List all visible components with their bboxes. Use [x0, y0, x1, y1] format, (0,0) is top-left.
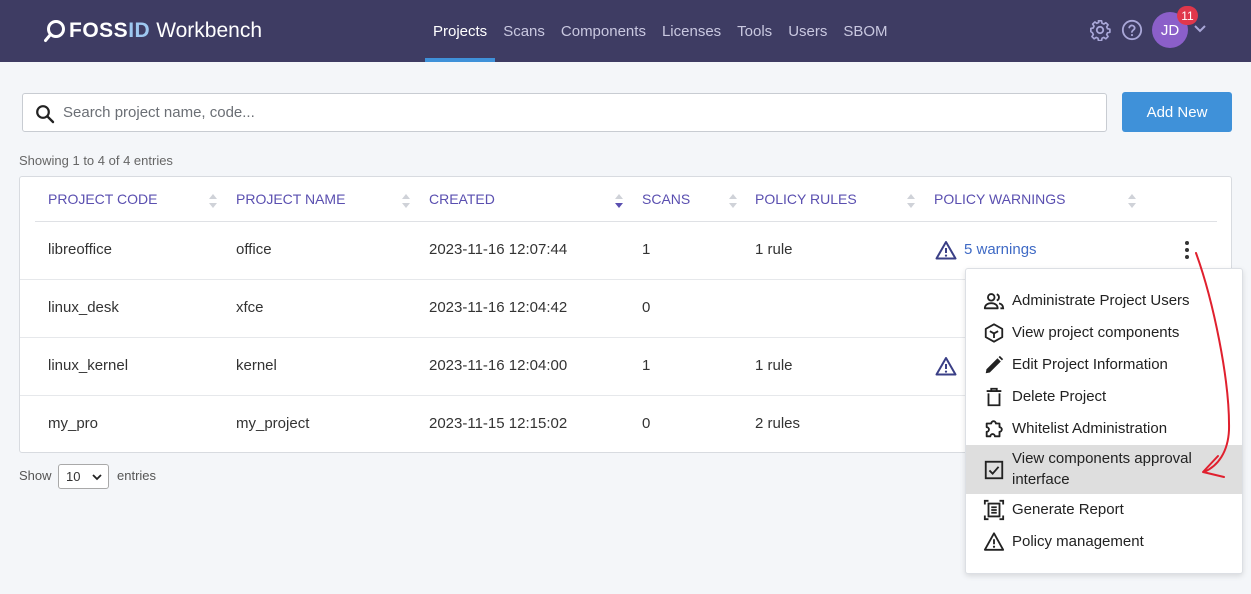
- menu-item-policy-management[interactable]: Policy management: [966, 526, 1242, 558]
- logo-brand-text: FOSS: [69, 19, 129, 42]
- puzzle-icon: [985, 420, 1003, 438]
- menu-item-whitelist[interactable]: Whitelist Administration: [966, 413, 1242, 445]
- row-actions-kebab-icon[interactable]: [1183, 240, 1191, 260]
- menu-item-label: Generate Report: [1012, 501, 1124, 518]
- row-actions-menu: Administrate Project Users View project …: [965, 268, 1243, 574]
- cell-project-name: office: [236, 241, 272, 258]
- menu-item-label: Edit Project Information: [1012, 356, 1168, 373]
- help-icon[interactable]: [1121, 19, 1143, 41]
- settings-icon[interactable]: [1089, 19, 1111, 41]
- cell-project-name: my_project: [236, 415, 310, 432]
- menu-item-label: View components approval interface: [1012, 450, 1192, 488]
- report-icon: [983, 499, 1005, 521]
- policy-warnings-link[interactable]: 5 warnings: [964, 241, 1037, 261]
- nav-components[interactable]: Components: [553, 0, 654, 62]
- sort-icon[interactable]: [401, 192, 411, 210]
- cell-policy-rules: 1 rule: [755, 241, 793, 258]
- menu-item-label: View project components: [1012, 324, 1180, 341]
- menu-item-label: Whitelist Administration: [1012, 420, 1168, 437]
- top-navigation-bar: FOSSID Workbench Projects Scans Componen…: [0, 0, 1251, 62]
- chevron-down-icon: [92, 474, 102, 481]
- show-label: Show: [19, 468, 52, 483]
- sort-icon[interactable]: [906, 192, 916, 210]
- menu-item-label: Policy management: [1012, 533, 1144, 550]
- cell-project-code[interactable]: linux_desk: [48, 299, 119, 319]
- col-header-policy-warnings[interactable]: POLICY WARNINGS: [934, 191, 1065, 209]
- main-nav: Projects Scans Components Licenses Tools…: [425, 0, 896, 62]
- logo-product-text: Workbench: [156, 19, 263, 42]
- warning-icon: [935, 241, 957, 260]
- entries-label: entries: [117, 468, 157, 483]
- col-header-project-name[interactable]: PROJECT NAME: [236, 191, 345, 209]
- cell-project-code[interactable]: linux_kernel: [48, 357, 128, 377]
- warning-icon: [983, 532, 1005, 551]
- cell-policy-rules: 2 rules: [755, 415, 801, 432]
- cell-project-name: xfce: [236, 299, 264, 316]
- trash-icon: [986, 387, 1002, 407]
- project-search-box: [22, 93, 1107, 132]
- menu-item-view-components[interactable]: View project components: [966, 317, 1242, 349]
- sort-icon[interactable]: [208, 192, 218, 210]
- page-size-select[interactable]: 10: [58, 464, 109, 489]
- col-header-scans[interactable]: SCANS: [642, 191, 690, 209]
- cell-policy-rules: 1 rule: [755, 357, 793, 374]
- checkbox-icon: [984, 460, 1004, 480]
- menu-item-edit-project[interactable]: Edit Project Information: [966, 349, 1242, 381]
- cell-project-code[interactable]: libreoffice: [48, 241, 112, 261]
- foss-id-logo[interactable]: FOSSID Workbench: [44, 17, 262, 45]
- cell-scans: 1: [642, 357, 651, 374]
- menu-item-label: Delete Project: [1012, 388, 1107, 405]
- menu-item-delete-project[interactable]: Delete Project: [966, 381, 1242, 413]
- nav-licenses[interactable]: Licenses: [654, 0, 729, 62]
- cell-created: 2023-11-15 12:15:02: [429, 415, 568, 432]
- cell-created: 2023-11-16 12:07:44: [429, 241, 568, 258]
- menu-item-administrate-users[interactable]: Administrate Project Users: [966, 285, 1242, 317]
- col-header-policy-rules[interactable]: POLICY RULES: [755, 191, 857, 209]
- nav-projects[interactable]: Projects: [425, 0, 496, 62]
- chevron-down-icon[interactable]: [1193, 23, 1207, 35]
- sort-desc-icon[interactable]: [614, 192, 624, 210]
- header-divider: [35, 221, 1217, 222]
- cell-project-code[interactable]: my_pro: [48, 415, 98, 435]
- nav-scans[interactable]: Scans: [495, 0, 553, 62]
- cube-icon: [984, 323, 1004, 343]
- cell-scans: 0: [642, 299, 651, 316]
- warning-icon: [935, 357, 957, 376]
- logo-brand-id: ID: [128, 19, 151, 42]
- entries-info: Showing 1 to 4 of 4 entries: [19, 153, 173, 168]
- sort-icon[interactable]: [1127, 192, 1137, 210]
- cell-scans: 1: [642, 241, 651, 258]
- magnifier-logo-icon: [44, 20, 65, 42]
- nav-users[interactable]: Users: [780, 0, 835, 62]
- nav-tools[interactable]: Tools: [729, 0, 780, 62]
- page-size-value: 10: [66, 469, 81, 484]
- cell-created: 2023-11-16 12:04:42: [429, 299, 568, 316]
- cell-created: 2023-11-16 12:04:00: [429, 357, 568, 374]
- menu-item-generate-report[interactable]: Generate Report: [966, 494, 1242, 526]
- sort-icon[interactable]: [728, 192, 738, 210]
- search-input[interactable]: [63, 94, 1093, 131]
- cell-project-name: kernel: [236, 357, 277, 374]
- col-header-created[interactable]: CREATED: [429, 191, 495, 209]
- nav-sbom[interactable]: SBOM: [835, 0, 895, 62]
- menu-item-label: Administrate Project Users: [1012, 292, 1190, 309]
- col-header-project-code[interactable]: PROJECT CODE: [48, 191, 157, 209]
- search-icon: [36, 105, 55, 124]
- menu-item-components-approval[interactable]: View components approval interface: [966, 445, 1242, 494]
- users-icon: [983, 293, 1005, 310]
- add-new-button[interactable]: Add New: [1122, 92, 1232, 132]
- cell-scans: 0: [642, 415, 651, 432]
- pencil-icon: [985, 355, 1004, 374]
